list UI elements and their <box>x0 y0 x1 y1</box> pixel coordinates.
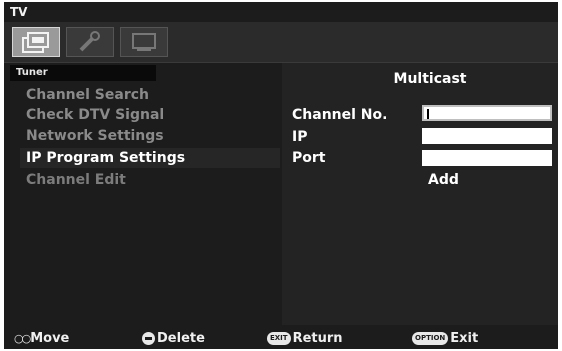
minus-key-icon <box>142 331 155 345</box>
channel-no-input[interactable] <box>422 105 552 121</box>
category-tab-bar <box>4 22 558 63</box>
hint-delete-label: Delete <box>157 330 205 346</box>
menu-item-check-dtv-signal[interactable]: Check DTV Signal <box>20 105 280 125</box>
add-button[interactable]: Add <box>428 172 459 188</box>
section-label: Tuner <box>10 65 156 81</box>
window-title: TV <box>10 5 28 19</box>
hint-move-label: Move <box>30 330 70 346</box>
tab-picture[interactable] <box>12 27 60 57</box>
panel-title: Multicast <box>393 71 467 87</box>
exit-key-icon: EXIT <box>267 331 291 345</box>
hint-exit-label: Exit <box>450 330 479 346</box>
multicast-panel: Multicast Channel No. IP Port Add <box>282 63 558 325</box>
ip-label: IP <box>292 129 308 145</box>
footer-hints: ○○ Move Delete EXIT Return OPTION Exit <box>4 325 558 349</box>
setup-icon <box>79 31 100 52</box>
tv-menu-screen: TV Tuner Channel Search Check DTV Signal… <box>4 2 558 349</box>
hint-move: ○○ Move <box>14 329 69 347</box>
port-label: Port <box>292 150 326 166</box>
menu-item-network-settings[interactable]: Network Settings <box>20 126 280 146</box>
menu-item-channel-edit[interactable]: Channel Edit <box>20 170 280 190</box>
option-key-icon: OPTION <box>412 331 449 345</box>
hint-return-label: Return <box>292 330 343 346</box>
ip-input[interactable] <box>422 128 552 144</box>
hint-return: EXIT Return <box>267 329 343 347</box>
hint-exit: OPTION Exit <box>412 329 478 347</box>
picture-icon <box>22 32 49 53</box>
move-key-icon: ○○ <box>14 331 31 345</box>
hint-delete: Delete <box>142 329 205 347</box>
port-input[interactable] <box>422 150 552 166</box>
tab-screen[interactable] <box>120 27 168 57</box>
tab-setup[interactable] <box>66 27 114 57</box>
menu-item-ip-program-settings[interactable]: IP Program Settings <box>20 148 280 168</box>
menu-item-channel-search[interactable]: Channel Search <box>20 85 280 105</box>
title-bar: TV <box>4 2 558 22</box>
screen-icon <box>132 33 156 51</box>
text-caret <box>427 109 429 119</box>
channel-no-label: Channel No. <box>292 107 388 123</box>
tuner-menu: Tuner Channel Search Check DTV Signal Ne… <box>4 63 282 325</box>
